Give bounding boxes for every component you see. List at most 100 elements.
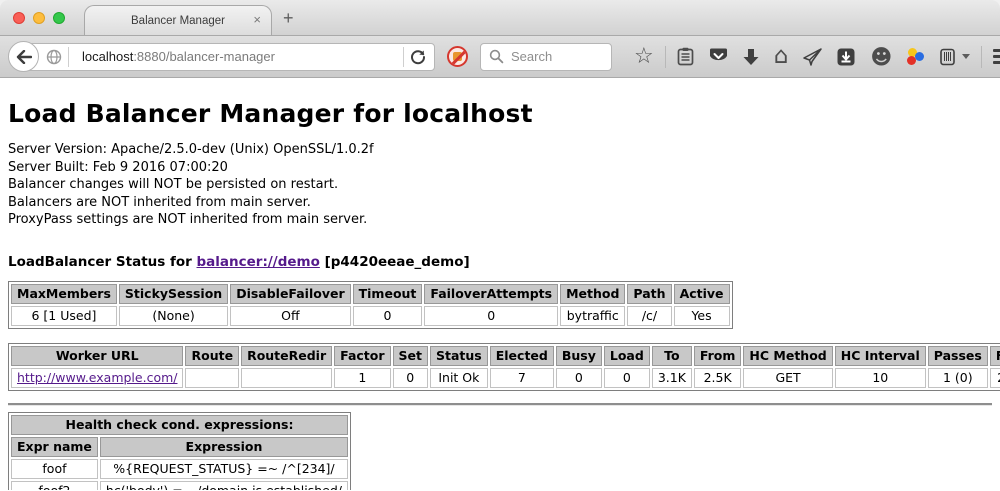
col-active: Active xyxy=(674,284,730,304)
search-bar[interactable]: Search xyxy=(480,43,612,71)
smiley-icon[interactable]: ☻ xyxy=(870,47,892,67)
status-prefix: LoadBalancer Status for xyxy=(8,254,197,270)
table-header-row: Worker URL Route RouteRedir Factor Set S… xyxy=(11,346,1000,366)
new-tab-button[interactable]: + xyxy=(283,8,294,29)
window-minimize-button[interactable] xyxy=(33,12,45,24)
downloads-icon[interactable] xyxy=(743,48,759,66)
blocked-plugin-icon[interactable] xyxy=(447,46,468,67)
cell-active: Yes xyxy=(674,306,730,326)
col-elected: Elected xyxy=(490,346,554,366)
status-suffix: [p4420eeae_demo] xyxy=(320,254,470,270)
browser-window: Balancer Manager × + localhost:8880/bala… xyxy=(0,0,1000,491)
cell-hc-interval: 10 xyxy=(835,368,926,388)
cell-passes: 1 (0) xyxy=(928,368,988,388)
send-plane-icon[interactable] xyxy=(803,48,822,66)
health-check-title: Health check cond. expressions: xyxy=(11,415,348,435)
container-icon[interactable] xyxy=(940,48,955,66)
clipboard-icon[interactable] xyxy=(677,47,694,66)
col-path: Path xyxy=(627,284,671,304)
balancer-demo-link[interactable]: balancer://demo xyxy=(197,254,320,270)
download-box-icon[interactable] xyxy=(837,48,855,66)
toolbar-divider xyxy=(981,46,982,68)
cell-timeout: 0 xyxy=(353,306,423,326)
inherit-notice-line: Balancers are NOT inherited from main se… xyxy=(8,194,992,212)
col-hc-interval: HC Interval xyxy=(835,346,926,366)
col-timeout: Timeout xyxy=(353,284,423,304)
col-status: Status xyxy=(430,346,488,366)
loadbalancer-status-heading: LoadBalancer Status for balancer://demo … xyxy=(8,254,992,270)
page-content: Load Balancer Manager for localhost Serv… xyxy=(0,78,1000,490)
menu-hamburger-icon[interactable] xyxy=(993,49,1000,64)
cell-maxmembers: 6 [1 Used] xyxy=(11,306,117,326)
proxypass-notice-line: ProxyPass settings are NOT inherited fro… xyxy=(8,211,992,229)
url-bar-divider xyxy=(403,47,404,67)
table-header-row: MaxMembers StickySession DisableFailover… xyxy=(11,284,730,304)
col-routeredir: RouteRedir xyxy=(241,346,332,366)
col-method: Method xyxy=(560,284,625,304)
col-hc-method: HC Method xyxy=(743,346,832,366)
home-icon[interactable]: ⌂ xyxy=(774,46,789,67)
persist-notice-line: Balancer changes will NOT be persisted o… xyxy=(8,176,992,194)
col-to: To xyxy=(652,346,692,366)
table-header-row: Expr name Expression xyxy=(11,437,348,457)
cell-path: /c/ xyxy=(627,306,671,326)
url-text[interactable]: localhost:8880/balancer-manager xyxy=(82,49,397,64)
url-bar-divider xyxy=(68,47,69,67)
col-maxmembers: MaxMembers xyxy=(11,284,117,304)
cell-method: bytraffic xyxy=(560,306,625,326)
worker-url-link[interactable]: http://www.example.com/ xyxy=(17,370,177,385)
window-zoom-button[interactable] xyxy=(53,12,65,24)
cell-to: 3.1K xyxy=(652,368,692,388)
colored-dots-icon[interactable] xyxy=(907,48,925,66)
tab-close-icon[interactable]: × xyxy=(253,13,261,27)
col-disablefailover: DisableFailover xyxy=(230,284,350,304)
col-fails: Fails xyxy=(990,346,1000,366)
cell-set: 0 xyxy=(393,368,428,388)
table-row: http://www.example.com/ 1 0 Init Ok 7 0 … xyxy=(11,368,1000,388)
cell-elected: 7 xyxy=(490,368,554,388)
worker-table: Worker URL Route RouteRedir Factor Set S… xyxy=(8,343,1000,391)
table-row: foof2 hc('body') =~ /domain is establish… xyxy=(11,481,348,491)
col-worker-url: Worker URL xyxy=(11,346,183,366)
window-controls xyxy=(13,12,65,24)
navigation-toolbar: localhost:8880/balancer-manager Search ☆ xyxy=(0,36,1000,78)
cell-expression: hc('body') =~ /domain is established/ xyxy=(100,481,348,491)
toolbar-divider xyxy=(665,46,666,68)
chevron-down-icon[interactable] xyxy=(962,54,970,59)
col-route: Route xyxy=(185,346,239,366)
cell-busy: 0 xyxy=(556,368,602,388)
cell-expr-name: foof2 xyxy=(11,481,98,491)
server-version-line: Server Version: Apache/2.5.0-dev (Unix) … xyxy=(8,141,992,159)
reload-button[interactable] xyxy=(410,49,426,65)
toolbar-icons: ☆ ⌂ ☻ xyxy=(634,46,1000,68)
bookmark-star-icon[interactable]: ☆ xyxy=(634,46,654,68)
reload-icon xyxy=(410,49,426,65)
cell-status: Init Ok xyxy=(430,368,488,388)
cell-fails: 2 (0) xyxy=(990,368,1000,388)
col-from: From xyxy=(694,346,742,366)
cell-disablefailover: Off xyxy=(230,306,350,326)
table-row: foof %{REQUEST_STATUS} =~ /^[234]/ xyxy=(11,459,348,479)
tab-bar: Balancer Manager × + xyxy=(0,0,1000,36)
tab-balancer-manager[interactable]: Balancer Manager × xyxy=(84,5,272,35)
col-busy: Busy xyxy=(556,346,602,366)
cell-route xyxy=(185,368,239,388)
search-magnifier-icon xyxy=(489,49,504,64)
table-row: 6 [1 Used] (None) Off 0 0 bytraffic /c/ … xyxy=(11,306,730,326)
cell-expression: %{REQUEST_STATUS} =~ /^[234]/ xyxy=(100,459,348,479)
cell-hc-method: GET xyxy=(743,368,832,388)
col-passes: Passes xyxy=(928,346,988,366)
cell-routeredir xyxy=(241,368,332,388)
back-arrow-icon xyxy=(16,50,32,64)
url-bar[interactable]: localhost:8880/balancer-manager xyxy=(23,43,435,71)
back-button[interactable] xyxy=(8,41,39,72)
cell-stickysession: (None) xyxy=(119,306,228,326)
cell-factor: 1 xyxy=(334,368,390,388)
col-load: Load xyxy=(604,346,650,366)
site-identity-globe-icon xyxy=(46,49,62,65)
pocket-icon[interactable] xyxy=(709,48,728,66)
window-close-button[interactable] xyxy=(13,12,25,24)
health-check-table: Health check cond. expressions: Expr nam… xyxy=(8,412,351,491)
cell-from: 2.5K xyxy=(694,368,742,388)
col-factor: Factor xyxy=(334,346,390,366)
